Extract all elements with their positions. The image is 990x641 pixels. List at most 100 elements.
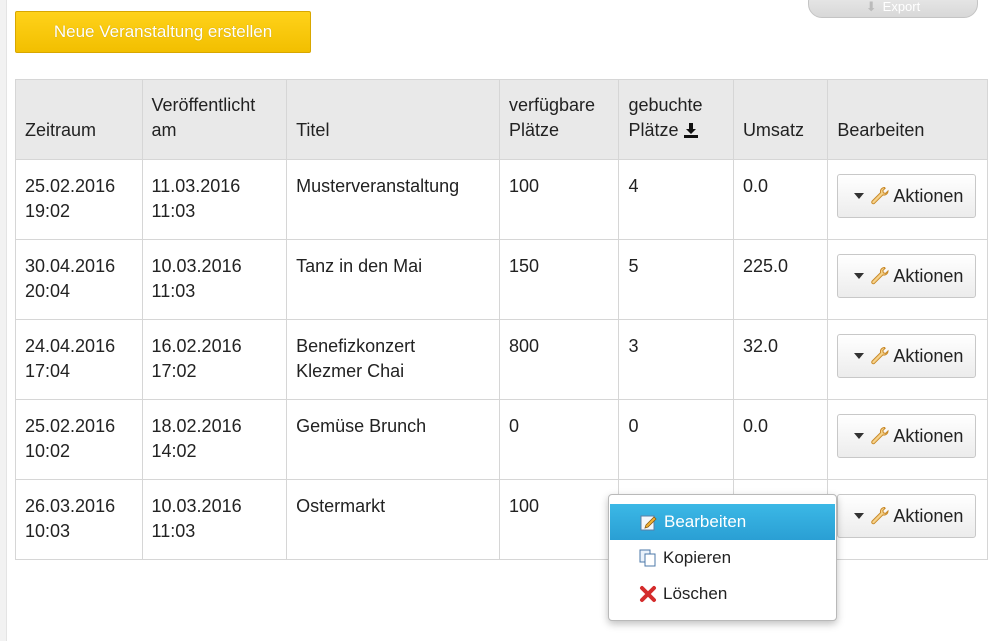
cell-bearbeiten: Aktionen <box>827 239 988 320</box>
header-veroeffentlicht-label-1: Veröffentlicht <box>151 95 256 115</box>
zeitraum-time: 17:04 <box>25 361 71 381</box>
cell-verfuegbar: 800 <box>498 319 620 400</box>
wrench-icon <box>871 506 889 525</box>
aktionen-button[interactable]: Aktionen <box>837 494 977 538</box>
page-left-border <box>0 0 7 641</box>
cell-veroeffentlicht: 10.03.2016 11:03 <box>141 239 288 320</box>
cell-gebucht: 3 <box>618 319 734 400</box>
cell-verfuegbar: 100 <box>498 159 620 240</box>
table-row: 25.02.2016 19:02 11.03.2016 11:03 Musterve… <box>15 159 988 240</box>
header-bearbeiten: Bearbeiten <box>827 79 988 160</box>
cell-titel: Benefizkonzert Klezmer Chai <box>286 319 500 400</box>
veroeffentlicht-time: 11:03 <box>151 281 196 301</box>
veroeffentlicht-date: 10.03.2016 <box>151 256 242 276</box>
table-row: 26.03.2016 10:03 10.03.2016 11:03 Ostermar… <box>15 479 988 560</box>
header-umsatz[interactable]: Umsatz <box>732 79 829 160</box>
wrench-icon <box>871 426 889 445</box>
zeitraum-time: 10:03 <box>25 521 71 541</box>
caret-down-icon <box>854 353 865 359</box>
wrench-icon <box>871 186 889 205</box>
header-titel-label: Titel <box>296 120 330 140</box>
menu-item-kopieren[interactable]: Kopieren <box>609 540 836 576</box>
header-titel[interactable]: Titel <box>286 79 500 160</box>
aktionen-label: Aktionen <box>893 505 964 526</box>
veroeffentlicht-date: 10.03.2016 <box>151 496 242 516</box>
wrench-icon <box>871 266 889 285</box>
cell-verfuegbar: 100 <box>498 479 620 560</box>
aktionen-button[interactable]: Aktionen <box>837 414 977 458</box>
menu-item-label: Kopieren <box>663 548 732 567</box>
titel-line-1: Tanz in den Mai <box>296 256 423 276</box>
cell-bearbeiten: Aktionen <box>827 399 988 480</box>
table-row: 24.04.2016 17:04 16.02.2016 17:02 Benefizk… <box>15 319 988 400</box>
veroeffentlicht-date: 16.02.2016 <box>151 336 242 356</box>
download-bookings-icon[interactable] <box>683 122 699 138</box>
cell-gebucht: 5 <box>618 239 734 320</box>
cell-titel: Gemüse Brunch <box>286 399 500 480</box>
cell-umsatz: 0.0 <box>732 399 829 480</box>
veroeffentlicht-time: 11:03 <box>151 201 196 221</box>
create-event-button[interactable]: Neue Veranstaltung erstellen <box>15 11 311 53</box>
header-verfuegbar[interactable]: verfügbare Plätze <box>498 79 620 160</box>
aktionen-button[interactable]: Aktionen <box>837 174 977 218</box>
caret-down-icon <box>854 433 865 439</box>
titel-line-1: Gemüse Brunch <box>296 416 427 436</box>
edit-icon <box>640 515 657 531</box>
table-header-row: Zeitraum Veröffentlicht am Titel verfügba… <box>15 79 988 160</box>
cell-zeitraum: 25.02.2016 19:02 <box>15 159 143 240</box>
veroeffentlicht-time: 17:02 <box>151 361 197 381</box>
aktionen-label: Aktionen <box>893 185 964 206</box>
veroeffentlicht-time: 11:03 <box>151 521 196 541</box>
header-gebucht[interactable]: gebuchte Plätze <box>618 79 734 160</box>
aktionen-label: Aktionen <box>893 265 964 286</box>
cell-zeitraum: 26.03.2016 10:03 <box>15 479 143 560</box>
caret-down-icon <box>854 513 865 519</box>
cell-titel: Tanz in den Mai <box>286 239 500 320</box>
cell-veroeffentlicht: 10.03.2016 11:03 <box>141 479 288 560</box>
aktionen-label: Aktionen <box>893 425 964 446</box>
copy-icon <box>639 549 656 567</box>
aktionen-button[interactable]: Aktionen <box>837 254 977 298</box>
header-verfuegbar-label-1: verfügbare <box>508 95 596 115</box>
cell-umsatz: 0.0 <box>732 159 829 240</box>
zeitraum-time: 10:02 <box>25 441 71 461</box>
menu-item-loeschen[interactable]: Löschen <box>609 576 836 612</box>
zeitraum-date: 26.03.2016 <box>25 496 116 516</box>
cell-umsatz: 225.0 <box>732 239 829 320</box>
aktionen-label: Aktionen <box>893 345 964 366</box>
export-button[interactable]: ⬇ Export <box>808 0 978 18</box>
cell-verfuegbar: 150 <box>498 239 620 320</box>
zeitraum-date: 30.04.2016 <box>25 256 116 276</box>
cell-bearbeiten: Aktionen <box>827 479 988 560</box>
menu-item-label: Löschen <box>663 584 728 603</box>
header-veroeffentlicht[interactable]: Veröffentlicht am <box>141 79 288 160</box>
cell-zeitraum: 25.02.2016 10:02 <box>15 399 143 480</box>
menu-item-label: Bearbeiten <box>664 512 747 531</box>
veroeffentlicht-date: 11.03.2016 <box>151 176 241 196</box>
zeitraum-time: 19:02 <box>25 201 71 221</box>
cell-bearbeiten: Aktionen <box>827 319 988 400</box>
header-gebucht-label-1: gebuchte <box>628 95 703 115</box>
events-table: Zeitraum Veröffentlicht am Titel verfügba… <box>15 79 988 560</box>
actions-dropdown-menu: Bearbeiten Kopieren Löschen <box>608 494 837 621</box>
delete-icon <box>640 586 656 602</box>
cell-titel: Musterveranstaltung <box>286 159 500 240</box>
header-zeitraum-label: Zeitraum <box>25 120 97 140</box>
menu-item-bearbeiten[interactable]: Bearbeiten <box>610 504 835 540</box>
titel-line-2: Klezmer Chai <box>296 361 405 381</box>
veroeffentlicht-date: 18.02.2016 <box>151 416 242 436</box>
header-veroeffentlicht-label-2: am <box>151 120 177 140</box>
cell-veroeffentlicht: 11.03.2016 11:03 <box>141 159 288 240</box>
zeitraum-date: 24.04.2016 <box>25 336 116 356</box>
cell-zeitraum: 30.04.2016 20:04 <box>15 239 143 320</box>
cell-umsatz: 32.0 <box>732 319 829 400</box>
cell-zeitraum: 24.04.2016 17:04 <box>15 319 143 400</box>
caret-down-icon <box>854 273 865 279</box>
veroeffentlicht-time: 14:02 <box>151 441 197 461</box>
aktionen-button[interactable]: Aktionen <box>837 334 977 378</box>
cell-titel: Ostermarkt <box>286 479 500 560</box>
header-zeitraum[interactable]: Zeitraum <box>15 79 143 160</box>
zeitraum-date: 25.02.2016 <box>25 416 116 436</box>
zeitraum-date: 25.02.2016 <box>25 176 116 196</box>
header-umsatz-label: Umsatz <box>742 120 804 140</box>
